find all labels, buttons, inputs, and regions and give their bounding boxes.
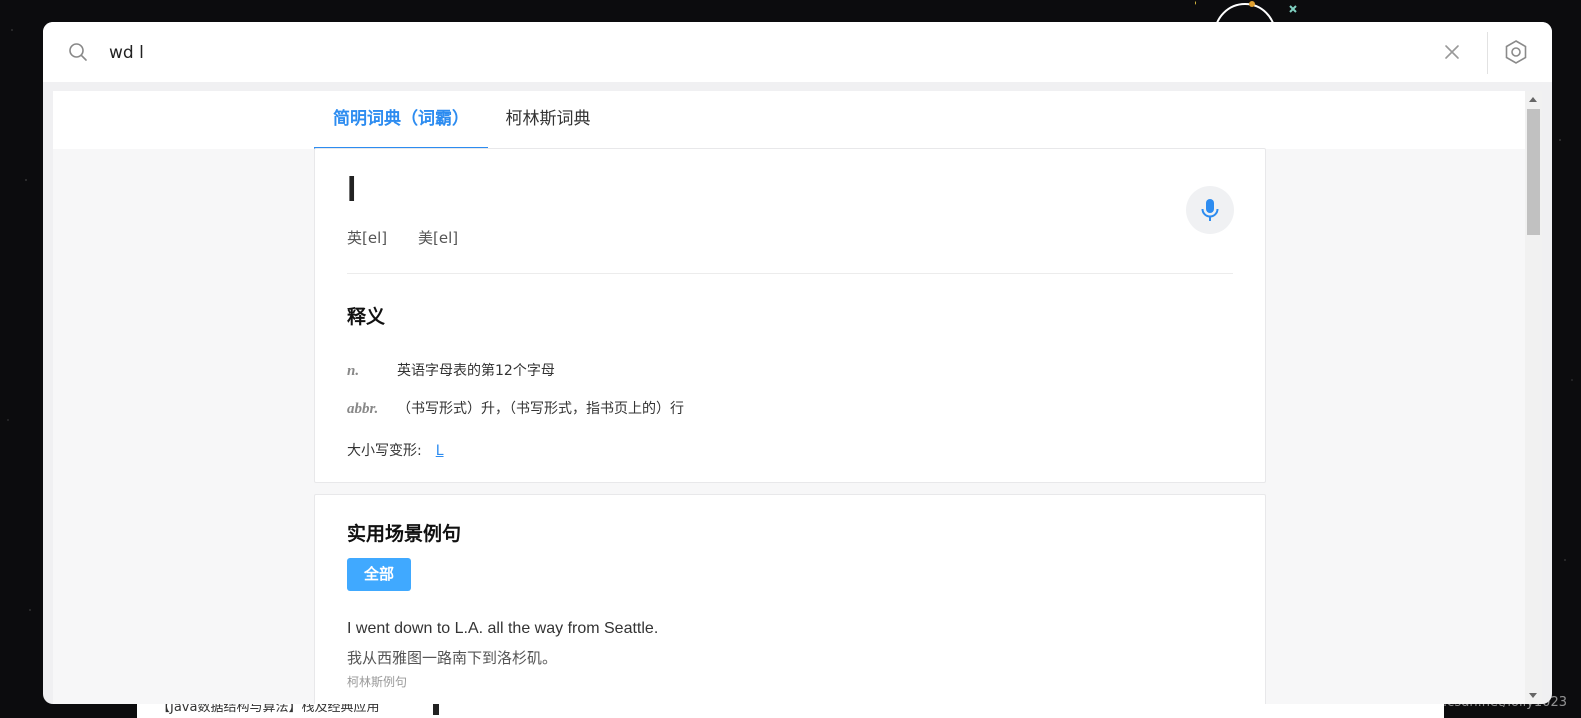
pronounce-button[interactable] [1186, 186, 1234, 234]
search-icon [69, 43, 87, 61]
vertical-scrollbar[interactable] [1525, 91, 1542, 704]
example-source: 柯林斯例句 [347, 675, 408, 689]
dictionary-tabs: 简明词典（词霸） 柯林斯词典 [53, 91, 1525, 149]
definition-text: 英语字母表的第12个字母 [397, 363, 555, 379]
scroll-thumb[interactable] [1527, 109, 1540, 235]
definition-row: abbr. （书写形式）升，（书写形式，指书页上的）行 [347, 398, 684, 418]
search-bar [43, 22, 1552, 82]
scroll-down-arrow[interactable] [1529, 693, 1537, 698]
examples-card: 实用场景例句 全部 I went down to L.A. all the wa… [314, 494, 1266, 704]
headword: l [347, 171, 357, 209]
case-variant-row: 大小写变形: L [347, 440, 444, 460]
definitions-title: 释义 [347, 306, 386, 328]
search-bar-divider [1487, 32, 1488, 74]
microphone-icon [1201, 199, 1219, 221]
word-card: l 英[el] 美[el] 释义 n. 英语字母表的第12个字母 abbr. （书写… [314, 148, 1266, 483]
search-input[interactable] [107, 37, 1411, 69]
part-of-speech: abbr. [347, 401, 379, 417]
hexagon-settings-icon[interactable] [1503, 39, 1529, 65]
tab-collins-dictionary[interactable]: 柯林斯词典 [503, 91, 593, 147]
phonetic-us: 美[el] [418, 229, 459, 247]
plugin-content: 简明词典（词霸） 柯林斯词典 l 英[el] 美[el] 释义 n. 英语字母表的… [53, 91, 1525, 704]
word-card-divider [347, 273, 1233, 274]
phonetic-uk: 英[el] [347, 229, 388, 247]
example-sentence-en: I went down to L.A. all the way from Sea… [347, 620, 659, 637]
examples-title: 实用场景例句 [347, 523, 462, 545]
part-of-speech: n. [347, 363, 360, 379]
launcher-window: 简明词典（词霸） 柯林斯词典 l 英[el] 美[el] 释义 n. 英语字母表的… [43, 22, 1552, 704]
definition-text: （书写形式）升，（书写形式，指书页上的）行 [397, 401, 684, 417]
case-variant-link[interactable]: L [436, 443, 444, 459]
scroll-up-arrow[interactable] [1529, 97, 1537, 102]
background-decoration [1195, 1, 1297, 22]
tab-concise-dictionary[interactable]: 简明词典（词霸） [314, 91, 488, 149]
filter-all-button[interactable]: 全部 [347, 558, 411, 591]
case-variant-label: 大小写变形: [347, 443, 422, 459]
example-sentence-zh: 我从西雅图一路南下到洛杉矶。 [347, 649, 558, 667]
close-icon[interactable] [1443, 43, 1461, 61]
definition-row: n. 英语字母表的第12个字母 [347, 360, 555, 380]
